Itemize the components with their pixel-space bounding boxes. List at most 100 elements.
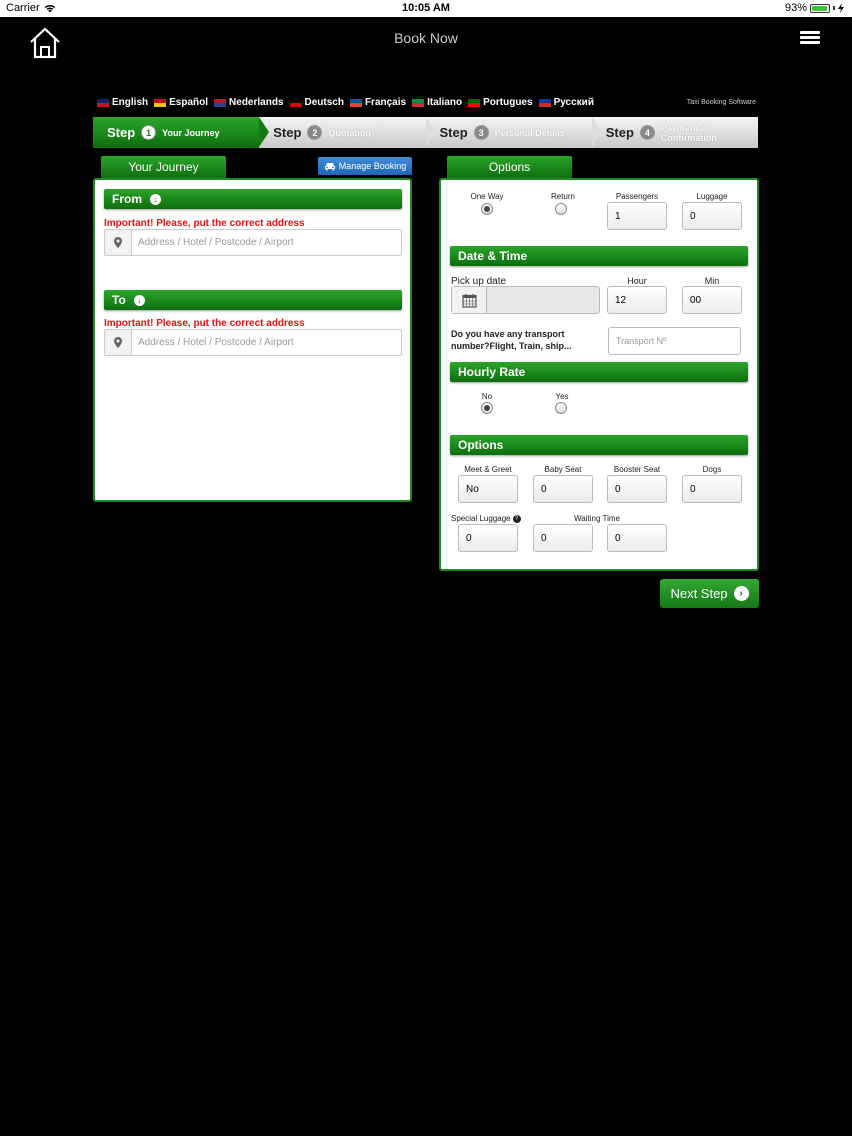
- map-pin-icon: [105, 230, 132, 255]
- step-number: 1: [141, 125, 157, 140]
- special-luggage-input[interactable]: 0: [458, 524, 518, 552]
- from-address-input[interactable]: Address / Hotel / Postcode / Airport: [104, 229, 402, 256]
- to-label: To: [112, 293, 126, 307]
- nav-bar: Book Now: [0, 17, 852, 61]
- car-icon: [324, 162, 335, 170]
- language-option[interactable]: Portugues: [468, 97, 533, 108]
- pickup-date-input[interactable]: [451, 286, 600, 314]
- language-option[interactable]: Русский: [538, 97, 594, 108]
- tab-your-journey[interactable]: Your Journey: [101, 156, 226, 178]
- hour-label: Hour: [627, 276, 647, 286]
- help-icon[interactable]: ?: [512, 514, 521, 523]
- flag-icon: [97, 98, 109, 107]
- step-label: Payment / Confirmation: [660, 122, 717, 143]
- step-1[interactable]: Step 1 Your Journey: [93, 117, 270, 148]
- one-way-radio[interactable]: [481, 203, 493, 215]
- booster-seat-input[interactable]: 0: [607, 475, 667, 503]
- return-label: Return: [550, 192, 575, 201]
- flag-icon: [289, 98, 302, 107]
- step-progress: Step 1 Your Journey Step 2 Quotation Step 3 Pers…: [93, 117, 758, 148]
- to-address-input[interactable]: Address / Hotel / Postcode / Airport: [104, 329, 402, 356]
- language-label: Italiano: [427, 97, 463, 108]
- step-word: Step: [439, 125, 468, 140]
- software-label: Taxi Booking Software: [686, 99, 756, 106]
- waiting-time-input[interactable]: 0: [533, 524, 593, 552]
- language-label: Nederlands: [229, 97, 284, 108]
- battery: 93%: [785, 2, 844, 14]
- arrow-down-circle-icon: ↓: [150, 193, 161, 205]
- return-radio[interactable]: [555, 203, 567, 215]
- step-number: 2: [307, 125, 323, 140]
- baby-seat-input[interactable]: 0: [533, 475, 593, 503]
- step-2[interactable]: Step 2 Quotation: [259, 117, 436, 148]
- step-word: Step: [107, 125, 136, 140]
- step-number: 4: [639, 125, 655, 140]
- language-label: Deutsch: [304, 97, 344, 108]
- meet-greet-select[interactable]: No: [458, 475, 518, 503]
- next-step-label: Next Step: [670, 586, 728, 601]
- language-label: Portugues: [483, 97, 533, 108]
- step-word: Step: [273, 125, 302, 140]
- language-label: Español: [169, 97, 209, 108]
- calendar-icon: [452, 287, 487, 313]
- step-label: Personal Details: [494, 127, 565, 138]
- to-warning: Important! Please, put the correct addre…: [104, 318, 305, 329]
- language-option[interactable]: Italiano: [412, 97, 462, 108]
- one-way-label: One Way: [470, 192, 504, 201]
- min-input[interactable]: 00: [682, 286, 742, 314]
- flag-icon: [214, 98, 227, 107]
- min-label: Min: [704, 276, 720, 286]
- waiting-time-unit-input[interactable]: 0: [607, 524, 667, 552]
- from-warning: Important! Please, put the correct addre…: [104, 218, 305, 229]
- hourly-yes-label: Yes: [555, 392, 569, 401]
- arrow-down-circle-icon: ↓: [133, 294, 145, 306]
- battery-percent: 93%: [784, 2, 807, 14]
- language-label: English: [112, 97, 149, 108]
- hourly-rate-header: Hourly Rate: [450, 362, 748, 382]
- passengers-input[interactable]: 1: [607, 202, 667, 230]
- manage-booking-button[interactable]: Manage Booking: [318, 157, 412, 175]
- language-option[interactable]: Español: [154, 97, 208, 108]
- date-time-header: Date & Time: [450, 246, 748, 266]
- passengers-label: Passengers: [615, 192, 659, 201]
- special-luggage-label: Special Luggage ?: [451, 514, 527, 523]
- hour-input[interactable]: 12: [607, 286, 667, 314]
- baby-seat-label: Baby Seat: [544, 465, 582, 474]
- luggage-input[interactable]: 0: [682, 202, 742, 230]
- from-section-header: From ↓: [104, 189, 402, 209]
- language-selector: English Español Nederlands Deutsch Français I…: [97, 97, 594, 108]
- flag-icon: [468, 98, 481, 107]
- language-option[interactable]: Deutsch: [289, 97, 344, 108]
- hourly-no-radio[interactable]: [481, 402, 493, 414]
- battery-icon: [810, 3, 830, 13]
- language-option[interactable]: Français: [349, 97, 407, 108]
- manage-booking-label: Manage Booking: [338, 161, 407, 171]
- flag-icon: [154, 98, 167, 107]
- language-option[interactable]: Nederlands: [214, 97, 284, 108]
- next-step-button[interactable]: Next Step ›: [660, 579, 759, 608]
- dogs-input[interactable]: 0: [682, 475, 742, 503]
- step-label: Quotation: [328, 127, 371, 138]
- step-3[interactable]: Step 3 Personal Details: [425, 117, 602, 148]
- luggage-label: Luggage: [696, 192, 728, 201]
- tab-options[interactable]: Options: [447, 156, 572, 178]
- step-4[interactable]: Step 4 Payment / Confirmation: [591, 117, 758, 148]
- transport-number-input[interactable]: Transport Nº: [608, 327, 741, 355]
- booster-seat-label: Booster Seat: [613, 465, 661, 474]
- step-label: Your Journey: [162, 127, 220, 138]
- dogs-label: Dogs: [702, 465, 722, 474]
- status-bar: Carrier 10:05 AM 93%: [0, 0, 852, 17]
- from-address-placeholder: Address / Hotel / Postcode / Airport: [138, 237, 294, 248]
- language-label: Français: [364, 97, 407, 108]
- step-number: 3: [473, 125, 489, 140]
- hourly-yes-radio[interactable]: [555, 402, 567, 414]
- flag-icon: [349, 98, 362, 107]
- map-pin-icon: [105, 330, 132, 355]
- transport-question: Do you have any transport number?Flight,…: [451, 329, 572, 351]
- hourly-no-label: No: [481, 392, 493, 401]
- chevron-right-icon: ›: [733, 586, 749, 601]
- to-address-placeholder: Address / Hotel / Postcode / Airport: [138, 337, 294, 348]
- step-word: Step: [605, 125, 634, 140]
- language-option[interactable]: English: [97, 97, 148, 108]
- hamburger-icon[interactable]: [800, 31, 820, 45]
